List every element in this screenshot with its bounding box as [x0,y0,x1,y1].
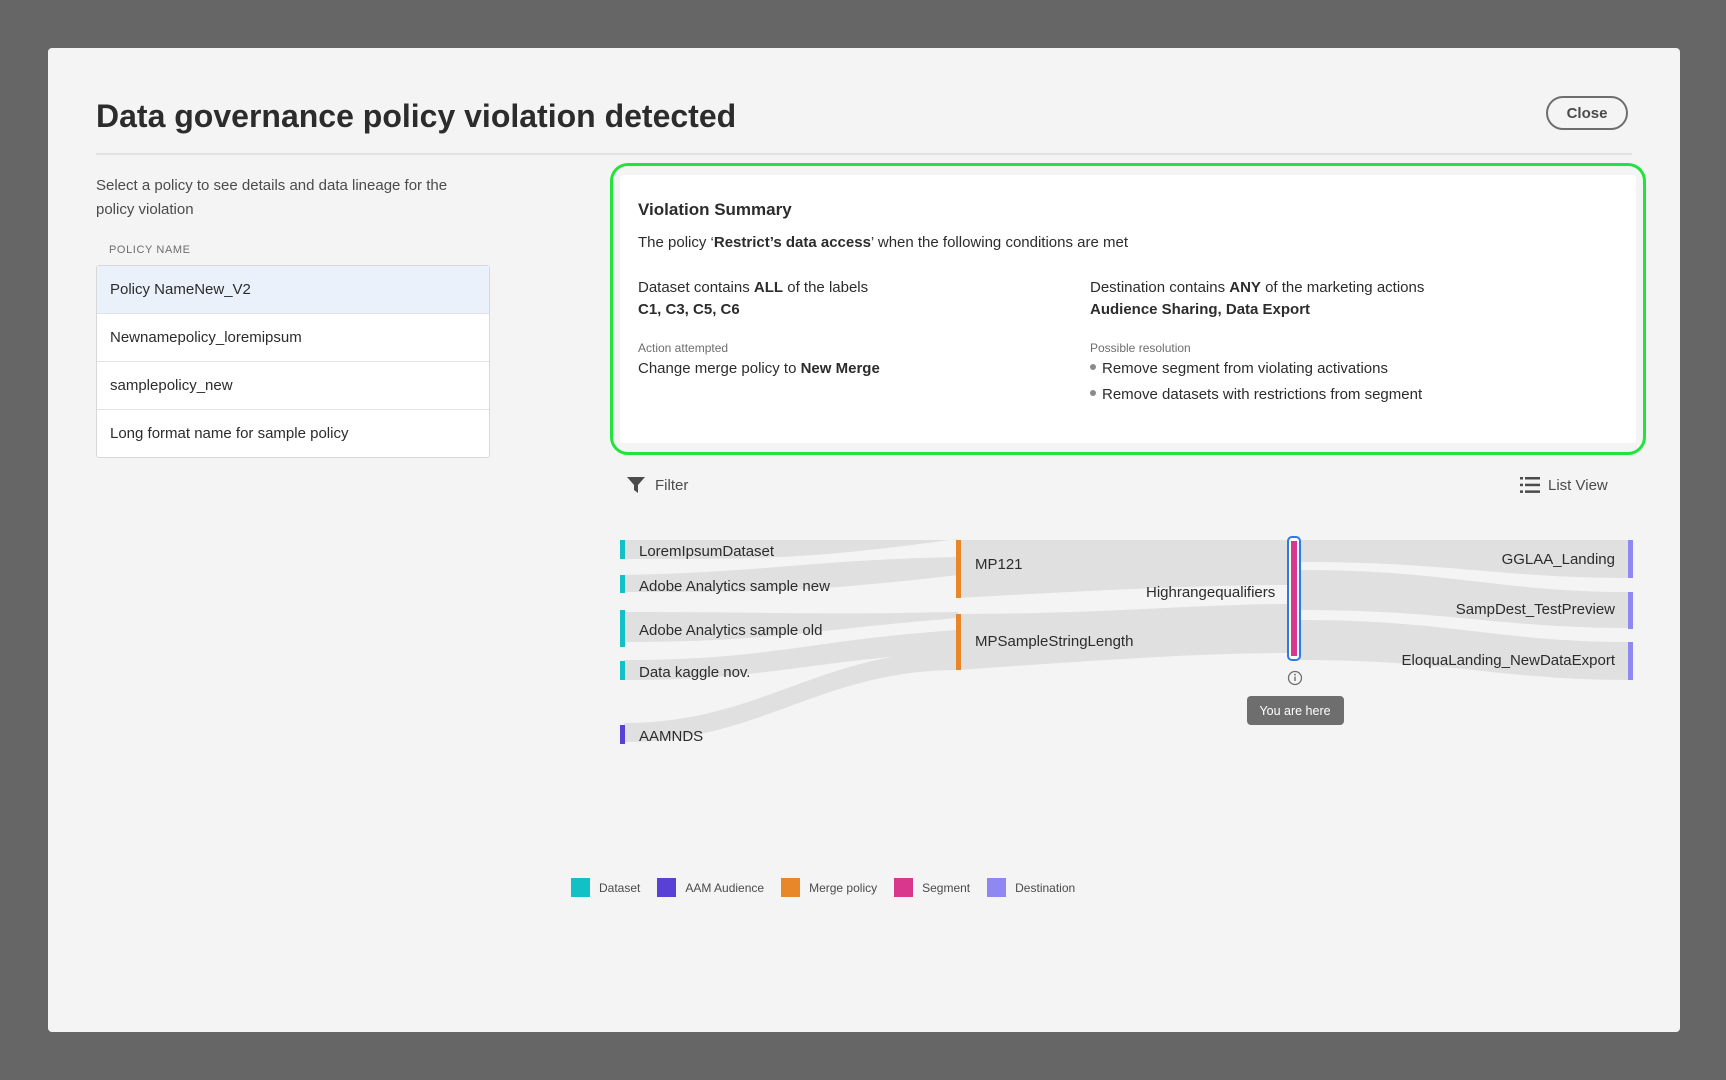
node-bar-aam-audience [620,725,625,744]
flow-band [1300,570,1630,628]
you-are-here-tooltip: You are here [1259,704,1330,718]
lineage-node-label[interactable]: Data kaggle nov. [639,664,750,681]
legend-label: Segment [922,880,971,895]
legend-item-dataset: Dataset [571,878,640,897]
lineage-flow-diagram: LoremIpsumDataset Adobe Analytics sample… [620,536,1633,745]
node-bar-dataset [620,610,625,647]
node-bar-merge-policy [956,614,961,670]
legend-label: Merge policy [809,880,878,895]
legend-swatch [987,878,1007,897]
lineage-node-label[interactable]: EloquaLanding_NewDataExport [1402,652,1616,669]
node-bar-dataset [620,540,625,559]
legend-item-destination: Destination [987,878,1075,897]
lineage-node-label[interactable]: Adobe Analytics sample new [639,578,830,595]
lineage-node-label[interactable]: Highrangequalifiers [1146,584,1275,601]
node-bar-dataset [620,661,625,680]
legend-swatch [571,878,590,897]
node-bar-dataset [620,575,625,593]
node-bar-merge-policy [956,540,961,598]
legend-swatch [781,878,801,897]
lineage-node-label[interactable]: MPSampleStringLength [975,633,1133,650]
lineage-node-label[interactable]: AAMNDS [639,728,703,745]
node-bar-destination [1628,642,1633,680]
lineage-node-label[interactable]: Adobe Analytics sample old [639,622,822,639]
legend-swatch [657,878,677,897]
flow-band [1300,620,1630,680]
legend-label: Dataset [599,880,641,895]
node-bar-destination [1628,540,1633,578]
legend-item-merge-policy: Merge policy [781,878,877,897]
node-bar-segment [1291,541,1297,656]
lineage-node-label[interactable]: GGLAA_Landing [1502,551,1615,568]
node-bar-destination [1628,592,1633,629]
legend-item-aam-audience: AAM Audience [657,878,764,897]
lineage-node-label[interactable]: LoremIpsumDataset [639,543,775,560]
info-icon[interactable] [1287,670,1303,686]
legend-label: AAM Audience [685,880,765,895]
legend-label: Destination [1015,880,1076,895]
legend-swatch [894,878,914,897]
legend: Dataset AAM Audience Merge policy Segmen… [571,878,1092,897]
lineage-node-label[interactable]: SampDest_TestPreview [1456,601,1615,618]
lineage-node-label[interactable]: MP121 [975,556,1023,573]
legend-item-segment: Segment [894,878,970,897]
